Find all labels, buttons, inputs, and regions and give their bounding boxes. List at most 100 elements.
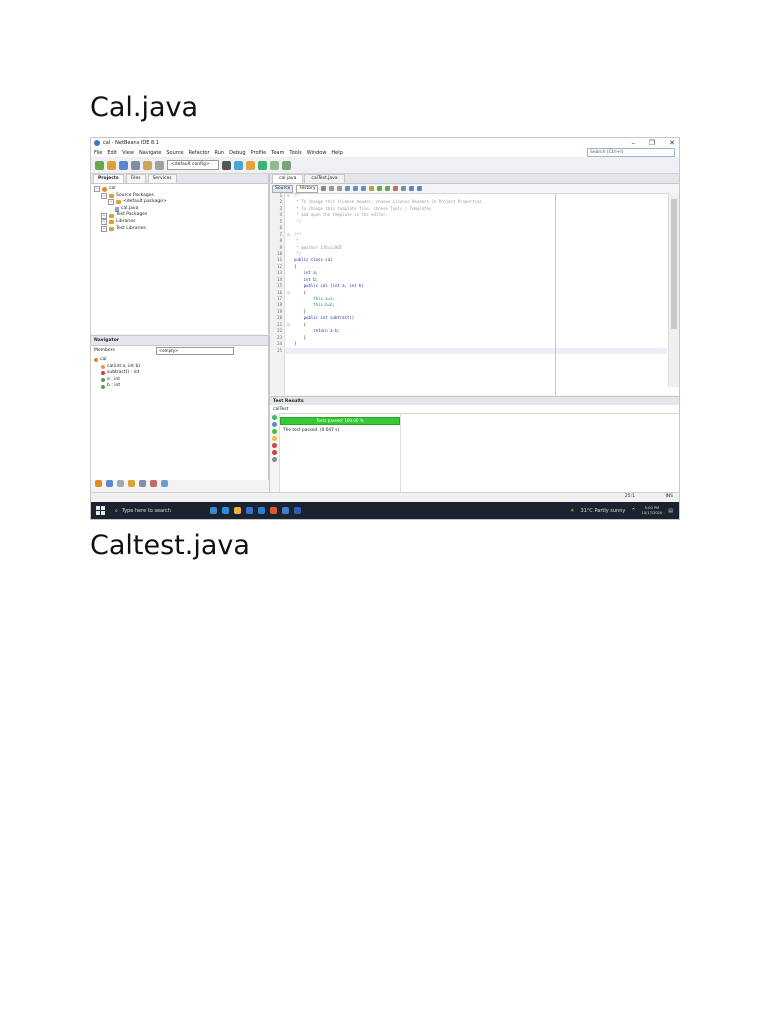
taskbar-search[interactable]: ⌕ Type here to search xyxy=(115,508,205,514)
word-icon[interactable] xyxy=(294,507,301,514)
back-icon[interactable] xyxy=(329,186,335,191)
edge-icon[interactable] xyxy=(222,507,229,514)
code-line[interactable] xyxy=(294,348,667,354)
weather-text[interactable]: 31°C Partly sunny xyxy=(581,508,626,514)
sort-icon[interactable] xyxy=(139,480,146,487)
menu-file[interactable]: File xyxy=(94,150,102,156)
menu-team[interactable]: Team xyxy=(271,150,284,156)
class-filter-icon[interactable] xyxy=(95,480,102,487)
collapse-icon[interactable] xyxy=(161,480,168,487)
inherited-filter-icon[interactable] xyxy=(128,480,135,487)
show-passed-icon[interactable] xyxy=(272,429,277,434)
find-previous-icon[interactable] xyxy=(353,186,359,191)
tab-projects[interactable]: Projects xyxy=(93,174,124,183)
close-button[interactable]: ✕ xyxy=(669,139,675,147)
expand-icon[interactable] xyxy=(150,480,157,487)
notifications-icon[interactable]: ▤ xyxy=(668,508,673,514)
expand-toggle-icon[interactable]: − xyxy=(101,212,107,219)
mail-icon[interactable] xyxy=(258,507,265,514)
minimize-button[interactable]: – xyxy=(631,139,635,147)
editor-content[interactable]: 1 2 3 4 5 6 7 8 9 10 11 12 13 14 15 16 17 18 19 20 21 22 23 24 2… xyxy=(270,193,679,395)
expand-toggle-icon[interactable]: − xyxy=(94,186,100,193)
debug-icon[interactable] xyxy=(270,160,279,170)
rerun-icon[interactable] xyxy=(272,415,277,420)
maximize-button[interactable]: ❐ xyxy=(649,139,655,147)
project-tree-item[interactable]: − Test Packages xyxy=(94,212,265,219)
test-results-subtab[interactable]: calTest xyxy=(270,405,679,414)
clock[interactable]: 5:00 PM 10/17/2020 xyxy=(642,506,663,515)
start-button[interactable] xyxy=(96,506,105,515)
scrollbar-thumb[interactable] xyxy=(671,199,677,329)
stop-macro-icon[interactable] xyxy=(401,186,407,191)
editor-tab-cal-java[interactable]: cal.java xyxy=(272,174,304,183)
expand-toggle-icon[interactable]: − xyxy=(101,192,107,199)
project-tree-item[interactable]: − Test Libraries xyxy=(94,226,265,233)
netbeans-taskbar-icon[interactable] xyxy=(282,507,289,514)
show-aborted-icon[interactable] xyxy=(272,457,277,462)
save-all-icon[interactable] xyxy=(131,160,140,170)
profile-icon[interactable] xyxy=(282,160,291,170)
undo-icon[interactable] xyxy=(143,160,152,170)
menu-run[interactable]: Run xyxy=(215,150,225,156)
config-select[interactable]: <default config> xyxy=(167,160,219,170)
menu-source[interactable]: Source xyxy=(166,150,183,156)
show-errors-icon[interactable] xyxy=(272,450,277,455)
project-tree-item[interactable]: − Source Packages xyxy=(94,193,265,200)
menu-tools[interactable]: Tools xyxy=(289,150,301,156)
show-skipped-icon[interactable] xyxy=(272,436,277,441)
menu-view[interactable]: View xyxy=(122,150,134,156)
test-result-message[interactable]: The test passed. (0.047 s) xyxy=(280,428,398,433)
chrome-icon[interactable] xyxy=(270,507,277,514)
show-failed-icon[interactable] xyxy=(272,443,277,448)
editor-tab-caltest-java[interactable]: calTest.java xyxy=(304,174,345,183)
forward-icon[interactable] xyxy=(337,186,343,191)
shift-left-icon[interactable] xyxy=(377,186,383,191)
navigator-item[interactable]: cal xyxy=(94,357,265,364)
tray-chevron-icon[interactable]: ^ xyxy=(631,508,635,514)
rerun-failed-icon[interactable] xyxy=(272,422,277,427)
static-filter-icon[interactable] xyxy=(117,480,124,487)
project-tree-item[interactable]: − Libraries xyxy=(94,219,265,226)
project-tree-item[interactable]: − <default package> xyxy=(94,199,265,206)
uncomment-icon[interactable] xyxy=(417,186,423,191)
shift-right-icon[interactable] xyxy=(385,186,391,191)
store-icon[interactable] xyxy=(246,507,253,514)
expand-toggle-icon[interactable]: − xyxy=(101,219,107,226)
menu-debug[interactable]: Debug xyxy=(229,150,245,156)
comment-icon[interactable] xyxy=(409,186,415,191)
menu-edit[interactable]: Edit xyxy=(107,150,117,156)
menu-navigate[interactable]: Navigate xyxy=(139,150,161,156)
editor-scrollbar[interactable] xyxy=(668,193,679,387)
members-filter-select[interactable]: <empty> xyxy=(155,346,234,355)
source-mode-button[interactable]: Source xyxy=(272,184,294,193)
ide-search-input[interactable]: Search (Ctrl+I) xyxy=(587,148,675,157)
expand-toggle-icon[interactable]: − xyxy=(101,225,107,232)
history-mode-button[interactable]: History xyxy=(296,184,319,193)
new-project-icon[interactable] xyxy=(107,160,116,170)
menu-window[interactable]: Window xyxy=(307,150,327,156)
run-icon[interactable] xyxy=(258,160,267,170)
navigator-item[interactable]: subtract() : int xyxy=(94,370,265,377)
new-file-icon[interactable] xyxy=(95,160,104,170)
source-code[interactable]: /* * To change this license header, choo… xyxy=(294,193,667,354)
expand-toggle-icon[interactable]: − xyxy=(108,199,114,206)
tab-services[interactable]: Services xyxy=(147,174,177,183)
field-filter-icon[interactable] xyxy=(106,480,113,487)
redo-icon[interactable] xyxy=(155,160,164,170)
settings-icon[interactable] xyxy=(222,160,231,170)
menu-refactor[interactable]: Refactor xyxy=(189,150,210,156)
find-next-icon[interactable] xyxy=(361,186,367,191)
project-tree-item[interactable]: − cal xyxy=(94,186,265,193)
find-icon[interactable] xyxy=(345,186,351,191)
build-icon[interactable] xyxy=(234,160,243,170)
toggle-highlight-icon[interactable] xyxy=(369,186,375,191)
start-macro-icon[interactable] xyxy=(393,186,399,191)
menu-help[interactable]: Help xyxy=(331,150,342,156)
clean-build-icon[interactable] xyxy=(246,160,255,170)
last-edit-icon[interactable] xyxy=(321,186,327,191)
tab-files[interactable]: Files xyxy=(125,174,146,183)
open-project-icon[interactable] xyxy=(119,160,128,170)
task-view-icon[interactable] xyxy=(210,507,217,514)
file-explorer-icon[interactable] xyxy=(234,507,241,514)
navigator-item[interactable]: b : int xyxy=(94,383,265,390)
